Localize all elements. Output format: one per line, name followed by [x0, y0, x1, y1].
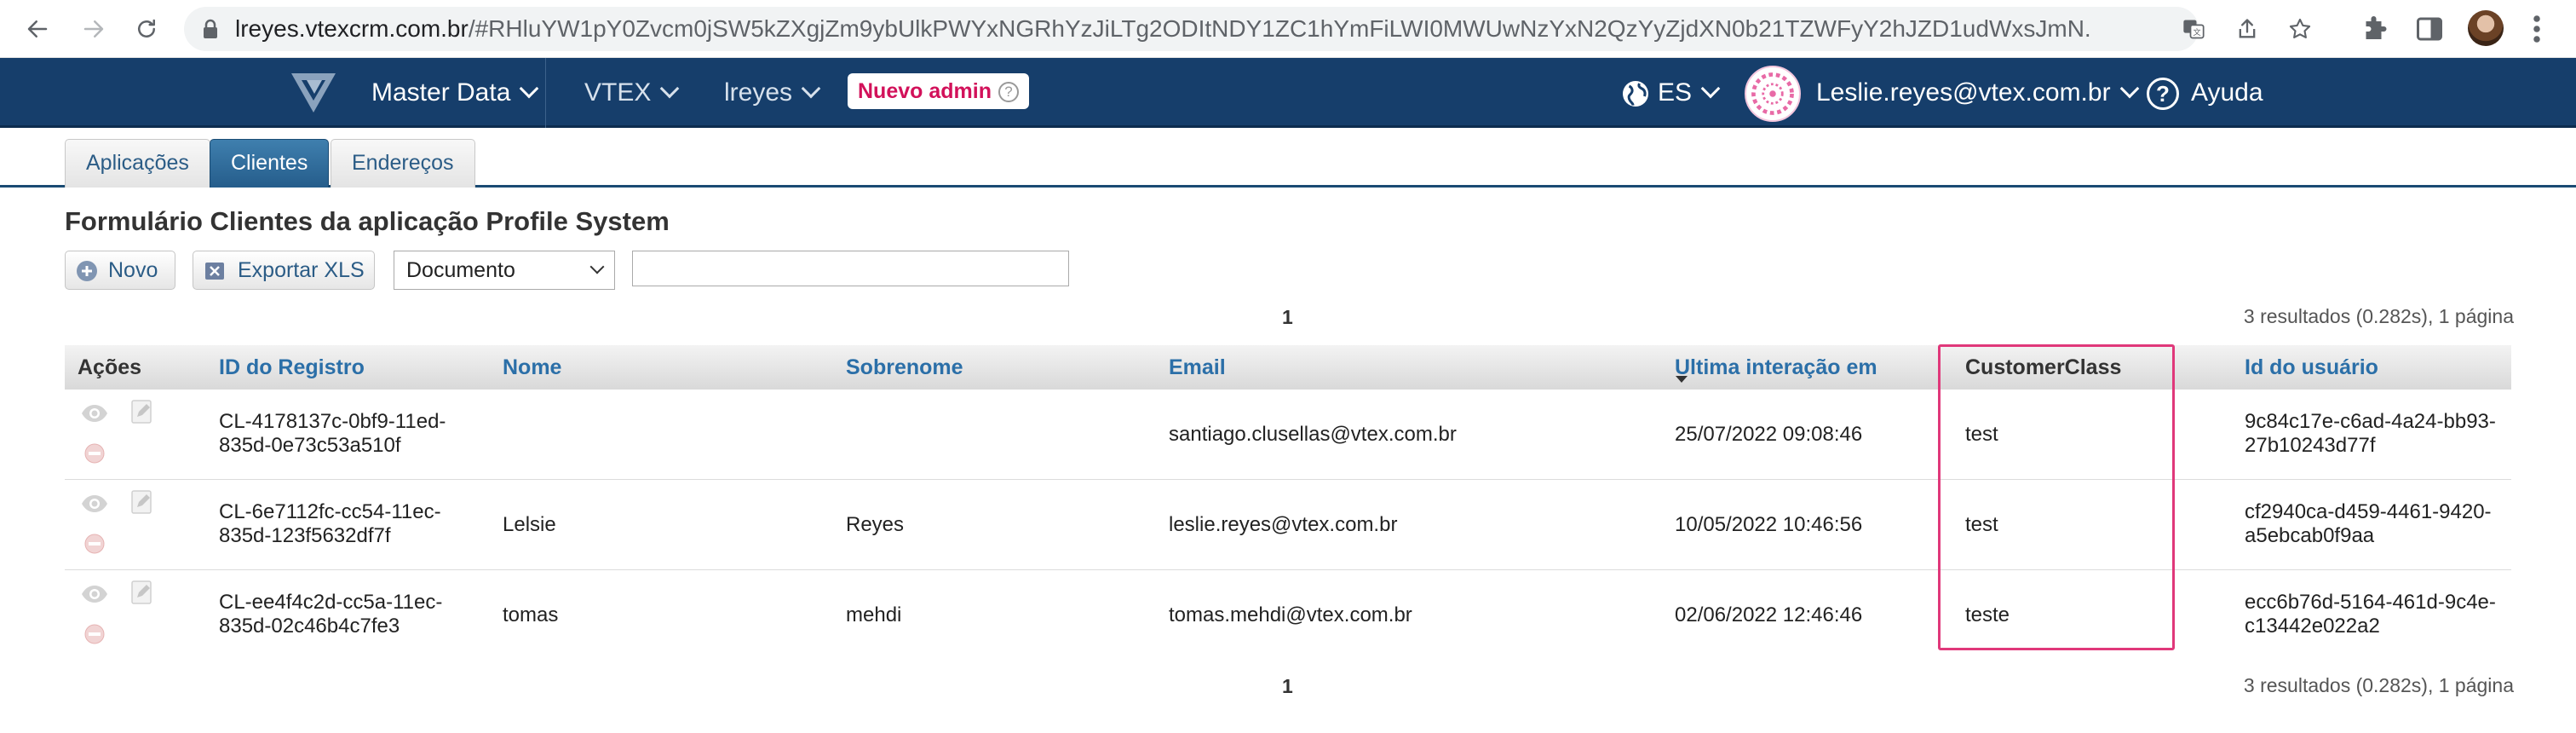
- vtex-menu[interactable]: VTEX: [584, 58, 680, 128]
- globe-icon[interactable]: [1620, 78, 1651, 109]
- cell-id-registro: CL-4178137c-0bf9-11ed-: [219, 410, 446, 433]
- cell-nome: Lelsie: [503, 513, 556, 536]
- cell-sobrenome: mehdi: [846, 603, 902, 626]
- cell-email: leslie.reyes@vtex.com.br: [1169, 513, 1398, 536]
- extensions-icon[interactable]: [2360, 14, 2390, 44]
- language-menu[interactable]: ES: [1658, 58, 1721, 128]
- view-icon[interactable]: [80, 580, 109, 608]
- excel-icon: [205, 263, 224, 280]
- export-xls-button[interactable]: Exportar XLS: [193, 251, 375, 290]
- cell-id-registro-cont: 835d-123f5632df7f: [219, 524, 391, 547]
- search-field-select[interactable]: Documento: [394, 251, 615, 290]
- header-sobrenome[interactable]: Sobrenome: [846, 345, 963, 390]
- cell-id-usuario: 9c84c17e-c6ad-4a24-bb93-: [2245, 410, 2496, 433]
- tab-bar: Aplicações Clientes Endereços: [0, 128, 2576, 188]
- tab-enderecos[interactable]: Endereços: [331, 139, 475, 188]
- header-id-usuario[interactable]: Id do usuário: [2245, 345, 2378, 390]
- view-icon[interactable]: [80, 400, 109, 427]
- search-input[interactable]: [632, 251, 1069, 286]
- question-icon[interactable]: ?: [998, 82, 1019, 102]
- chevron-down-icon: [589, 259, 605, 274]
- translate-icon[interactable]: 文: [2182, 17, 2205, 41]
- cell-id-registro-cont: 835d-0e73c53a510f: [219, 434, 401, 457]
- results-summary-top: 3 resultados (0.282s), 1 página: [2243, 305, 2514, 327]
- vtex-logo[interactable]: [288, 70, 339, 116]
- user-menu[interactable]: Leslie.reyes@vtex.com.br: [1816, 58, 2139, 128]
- cell-email: santiago.clusellas@vtex.com.br: [1169, 423, 1457, 446]
- user-avatar[interactable]: [1745, 66, 1801, 122]
- back-icon[interactable]: [20, 12, 55, 46]
- cell-id-registro-cont: 835d-02c46b4c7fe3: [219, 615, 400, 638]
- share-icon[interactable]: [2235, 17, 2259, 41]
- edit-icon[interactable]: [128, 488, 157, 516]
- header-email[interactable]: Email: [1169, 345, 1226, 390]
- add-icon: [77, 261, 97, 281]
- select-value: Documento: [406, 258, 515, 282]
- chevron-down-icon: [1700, 78, 1721, 99]
- app-header: Master Data VTEX lreyes Nuevo admin? ES …: [0, 58, 2576, 128]
- cell-ultima-interacao: 25/07/2022 09:08:46: [1675, 423, 1863, 446]
- edit-icon[interactable]: [128, 398, 157, 425]
- cell-sobrenome: Reyes: [846, 513, 905, 536]
- header-id-registro[interactable]: ID do Registro: [219, 345, 365, 390]
- cell-id-usuario-cont: a5ebcab0f9aa: [2245, 524, 2375, 547]
- help-icon[interactable]: ?: [2147, 78, 2179, 110]
- new-button-label: Novo: [108, 258, 158, 282]
- delete-icon[interactable]: [80, 620, 109, 648]
- header-ultima-interacao[interactable]: Ultima interação em: [1675, 345, 1877, 390]
- tab-aplicacoes[interactable]: Aplicações: [65, 139, 210, 188]
- tab-clientes[interactable]: Clientes: [210, 139, 330, 188]
- cell-id-usuario: cf2940ca-d459-4461-9420-: [2245, 500, 2492, 523]
- product-menu[interactable]: Master Data: [371, 58, 539, 128]
- lock-icon[interactable]: [201, 19, 220, 39]
- sidebar-icon[interactable]: [2414, 14, 2445, 44]
- results-summary-bottom: 3 resultados (0.282s), 1 página: [2243, 674, 2514, 696]
- svg-text:文: 文: [2193, 27, 2200, 38]
- url-text[interactable]: lreyes.vtexcrm.com.br/#RHluYW1pY0Zvcm0jS…: [235, 7, 2092, 51]
- help-link[interactable]: Ayuda: [2191, 58, 2263, 128]
- account-menu[interactable]: lreyes: [724, 58, 821, 128]
- customer-class-highlight: [1938, 344, 2175, 650]
- chevron-down-icon: [801, 78, 821, 99]
- header-nome[interactable]: Nome: [503, 345, 561, 390]
- view-icon[interactable]: [80, 490, 109, 517]
- cell-ultima-interacao: 02/06/2022 12:46:46: [1675, 603, 1863, 626]
- edit-icon[interactable]: [128, 579, 157, 606]
- page-number-top[interactable]: 1: [1282, 306, 1293, 329]
- delete-icon[interactable]: [80, 440, 109, 467]
- export-button-label: Exportar XLS: [238, 258, 365, 282]
- cell-nome: tomas: [503, 603, 559, 626]
- header-divider: [545, 58, 546, 128]
- cell-id-usuario-cont: 27b10243d77f: [2245, 434, 2376, 457]
- cell-id-registro: CL-ee4f4c2d-cc5a-11ec-: [219, 591, 443, 614]
- browser-toolbar: lreyes.vtexcrm.com.br/#RHluYW1pY0Zvcm0jS…: [0, 0, 2576, 58]
- header-acoes: Ações: [78, 355, 142, 379]
- chevron-down-icon: [660, 78, 680, 99]
- reload-icon[interactable]: [129, 12, 164, 46]
- new-button[interactable]: Novo: [65, 251, 175, 290]
- chevron-down-icon: [520, 78, 539, 99]
- delete-icon[interactable]: [80, 530, 109, 557]
- page-number-bottom[interactable]: 1: [1282, 675, 1293, 698]
- menu-icon[interactable]: [2532, 14, 2542, 44]
- chevron-down-icon: [2119, 78, 2139, 99]
- profile-avatar[interactable]: [2468, 10, 2504, 46]
- cell-id-usuario: ecc6b76d-5164-461d-9c4e-: [2245, 591, 2496, 614]
- sort-desc-icon[interactable]: [1676, 376, 1688, 383]
- page-title: Formulário Clientes da aplicação Profile…: [65, 206, 670, 236]
- cell-id-usuario-cont: c13442e022a2: [2245, 615, 2380, 638]
- star-icon[interactable]: [2288, 17, 2312, 41]
- cell-ultima-interacao: 10/05/2022 10:46:56: [1675, 513, 1863, 536]
- forward-icon[interactable]: [77, 12, 111, 46]
- new-admin-button[interactable]: Nuevo admin?: [848, 73, 1029, 109]
- cell-id-registro: CL-6e7112fc-cc54-11ec-: [219, 500, 441, 523]
- address-bar[interactable]: lreyes.vtexcrm.com.br/#RHluYW1pY0Zvcm0jS…: [184, 7, 2311, 51]
- cell-email: tomas.mehdi@vtex.com.br: [1169, 603, 1412, 626]
